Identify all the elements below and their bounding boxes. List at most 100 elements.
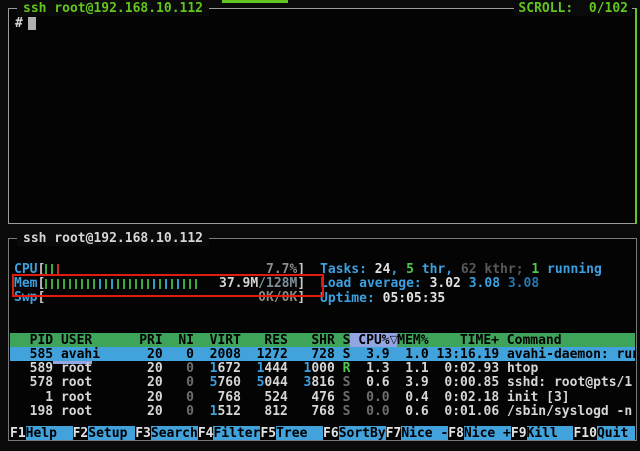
fn-key-f9[interactable]: F9 [511,426,527,440]
meter-bar [165,279,167,289]
bracket: [ [37,276,45,291]
cell-cpu: 1.3 [350,361,389,376]
cell-user: root [53,375,131,390]
fn-key-f3[interactable]: F3 [135,426,151,440]
process-row[interactable]: 578root200576050443816S0.63.90:00.85sshd… [10,376,635,390]
column-ni[interactable]: NI [163,333,194,347]
cpu-meter[interactable]: CPU[7.7%] [14,262,305,276]
cell-virt: 2008 [194,347,241,362]
meter-bar [117,279,119,289]
meter-bar [63,279,65,289]
bracket: ] [297,262,305,277]
meter-bar [75,279,77,289]
process-row[interactable]: 1root200768524476S0.00.40:02.18init [3] [10,390,635,404]
cell-cmd: htop [499,361,635,376]
column-cpu-sorted[interactable]: CPU% [350,333,389,347]
process-row[interactable]: 589root200167214441000R1.31.10:02.93htop [10,361,635,375]
process-row[interactable]: 198root2001512812768S0.00.60:01.06/sbin/… [10,405,635,419]
fn-action-quit[interactable]: Quit [597,426,635,440]
uptime: Uptime: 05:05:35 [320,291,602,305]
meter-bar [105,279,107,289]
fn-action-search[interactable]: Search [151,426,198,440]
cell-ni: 0 [163,361,194,376]
swp-meter-label: Swp [14,290,37,305]
fn-key-f8[interactable]: F8 [448,426,464,440]
top-pane-title: ssh root@192.168.10.112 [17,1,209,16]
swp-meter[interactable]: Swp[0K/0K] [14,291,305,305]
meter-bar [153,279,155,289]
process-row[interactable]: 585avahi20020081272728S3.91.013:16.19ava… [10,347,635,361]
sort-arrow-icon: ▽ [390,333,398,347]
cell-user: root [53,390,131,405]
cell-shr: 1000 [288,361,335,376]
fn-key-f4[interactable]: F4 [198,426,214,440]
cell-user: avahi [53,347,131,362]
meter-bar [69,279,71,289]
bottom-pane-htop[interactable]: ssh root@192.168.10.112 CPU[7.7%] Mem[37… [8,238,637,441]
meter-bar [87,279,89,289]
fn-action-setup[interactable]: Setup [88,426,135,440]
cell-shr: 3816 [288,375,335,390]
cell-mem: 0.6 [390,404,429,419]
cell-res: 1272 [241,347,288,362]
fn-key-f2[interactable]: F2 [73,426,89,440]
column-s[interactable]: S [335,333,351,347]
cropped-border-fragment [222,0,288,3]
meter-bar [129,279,131,289]
cell-cmd: avahi-daemon: running [499,347,635,362]
fn-key-f7[interactable]: F7 [386,426,402,440]
cell-cmd: init [3] [499,390,635,405]
column-shr[interactable]: SHR [288,333,335,347]
cell-user: root [53,361,131,376]
cell-pri: 20 [131,390,162,405]
cell-time: 13:16.19 [429,347,499,362]
meter-bar [123,279,125,289]
meter-bar [177,279,179,289]
column-pid[interactable]: PID [14,333,53,347]
fn-action-tree[interactable]: Tree [276,426,323,440]
mem-meter-bars [45,279,201,289]
cell-cmd: /sbin/syslogd -n [499,404,635,419]
cell-shr: 476 [288,390,335,405]
cell-res: 524 [241,390,288,405]
fn-key-f5[interactable]: F5 [260,426,276,440]
meter-bar [147,279,149,289]
cell-pid: 1 [14,390,53,405]
top-pane-shell[interactable]: ssh root@192.168.10.112 SCROLL: 0/102 # [8,8,637,224]
cell-cpu: 0.0 [350,390,389,405]
column-virt[interactable]: VIRT [194,333,241,347]
tasks-summary: Tasks: 24, 5 thr, 62 kthr; 1 running [320,262,602,276]
fn-action-filter[interactable]: Filter [213,426,260,440]
fn-action-nice-[interactable]: Nice - [401,426,448,440]
cell-cmd: sshd: root@pts/1 [499,375,635,390]
shell-prompt: # [15,16,23,31]
column-user[interactable]: USER [53,333,131,347]
cell-pri: 20 [131,375,162,390]
screen-tabs: Main I/O [14,319,100,333]
fn-action-help[interactable]: Help [26,426,73,440]
fn-action-kill[interactable]: Kill [527,426,574,440]
shell-prompt-line[interactable]: # [15,16,36,31]
fn-action-nice-[interactable]: Nice + [464,426,511,440]
column-command[interactable]: Command [499,333,635,347]
column-pri[interactable]: PRI [131,333,162,347]
column-mem[interactable]: MEM% [397,333,428,347]
meter-bar [45,279,47,289]
fn-key-f1[interactable]: F1 [10,426,26,440]
fn-key-f6[interactable]: F6 [323,426,339,440]
fn-key-f10[interactable]: F10 [573,426,596,440]
column-res[interactable]: RES [241,333,288,347]
cell-time: 0:02.18 [429,390,499,405]
cell-virt: 1512 [194,404,241,419]
scroll-indicator: SCROLL: 0/102 [514,1,632,16]
cell-ni: 0 [163,404,194,419]
meter-bar [159,279,161,289]
process-table: 585avahi20020081272728S3.91.013:16.19ava… [10,347,635,419]
bracket: [ [37,290,45,305]
swp-meter-value: 0K/0K [258,290,297,305]
fn-action-sortby[interactable]: SortBy [339,426,386,440]
mem-meter[interactable]: Mem[37.9M/128M] [14,276,305,290]
column-time[interactable]: TIME+ [429,333,499,347]
cell-cpu: 0.6 [350,375,389,390]
cell-res: 1444 [241,361,288,376]
